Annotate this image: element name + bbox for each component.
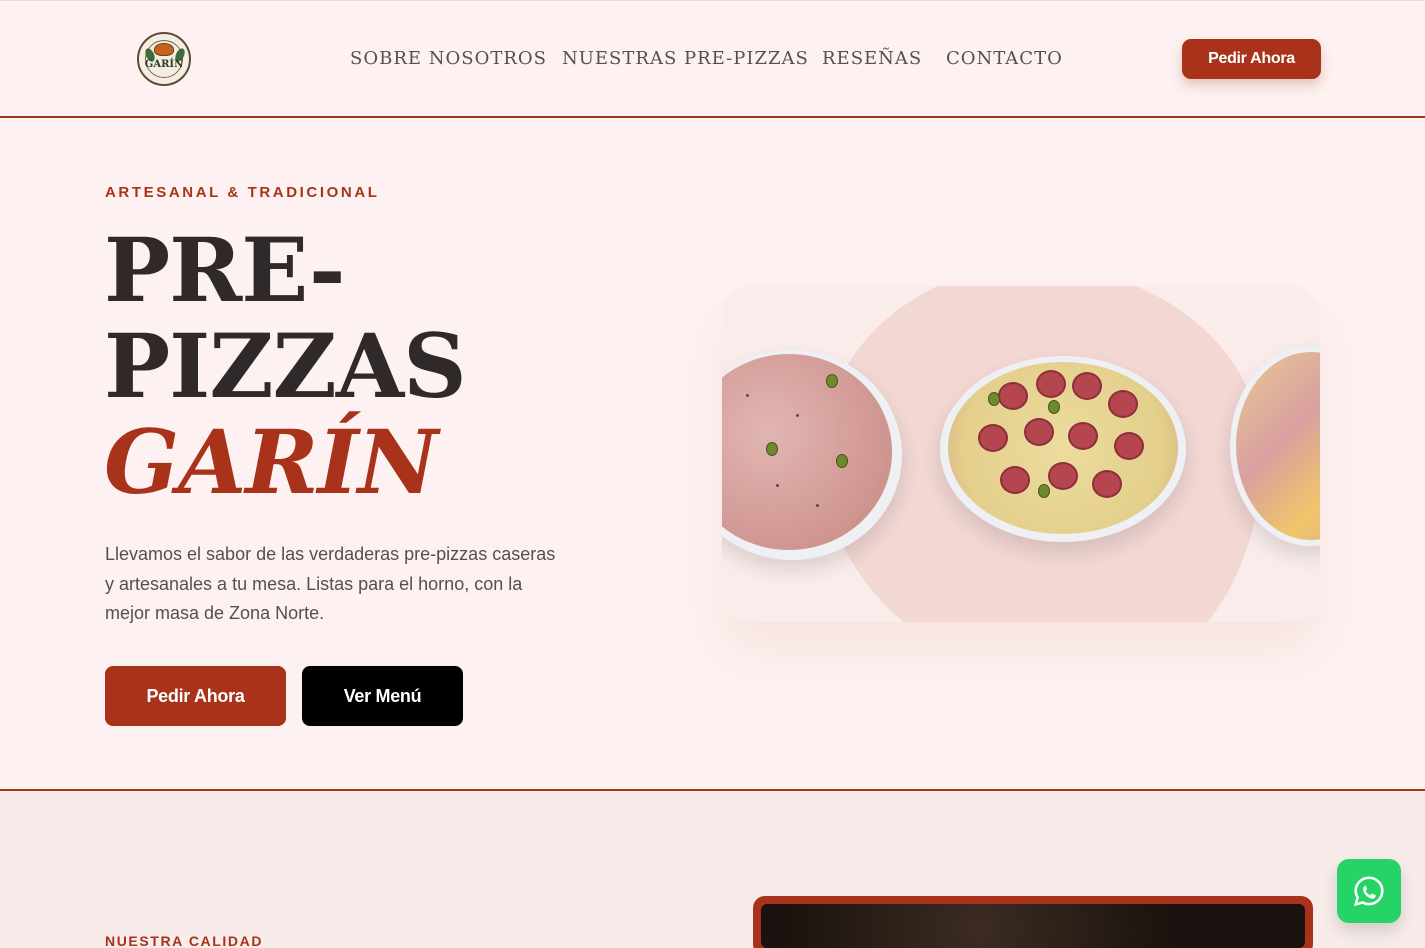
olive-3	[836, 454, 848, 468]
nav-link-nuestras-pre-pizzas[interactable]: NUESTRAS PRE-PIZZAS	[562, 48, 809, 69]
hero-eyebrow: ARTESANAL & TRADICIONAL	[105, 184, 380, 201]
brand-logo[interactable]: GARÍN	[137, 32, 191, 86]
site-header: GARÍN SOBRE NOSOTROS NUESTRAS PRE-PIZZAS…	[0, 0, 1425, 118]
logo-text: GARÍN	[144, 59, 184, 70]
hero-title-line-2: PIZZAS	[104, 314, 467, 418]
quality-eyebrow: NUESTRA CALIDAD	[105, 933, 264, 948]
salami-slice	[1024, 418, 1054, 446]
pizza-salami-image	[948, 362, 1178, 534]
hero-image-card	[722, 286, 1320, 622]
olive-2	[766, 442, 778, 456]
salami-slice	[1048, 462, 1078, 490]
hero-title-line-3: GARÍN	[104, 410, 438, 514]
header-order-button[interactable]: Pedir Ahora	[1182, 39, 1321, 79]
hero-lead-text: Llevamos el sabor de las verdaderas pre-…	[105, 544, 556, 623]
salami-slice	[1092, 470, 1122, 498]
logo-pizza-icon	[154, 43, 174, 56]
olive-5	[1048, 400, 1060, 414]
salami-slice	[1036, 370, 1066, 398]
herb-fleck	[776, 484, 779, 487]
hero-menu-button[interactable]: Ver Menú	[302, 666, 463, 726]
nav-link-contacto[interactable]: CONTACTO	[946, 48, 1063, 69]
salami-slice	[998, 382, 1028, 410]
whatsapp-icon	[1353, 876, 1384, 907]
herb-fleck	[746, 394, 749, 397]
salami-slice	[1000, 466, 1030, 494]
whatsapp-button[interactable]	[1337, 859, 1401, 923]
salami-slice	[978, 424, 1008, 452]
hero-order-button[interactable]: Pedir Ahora	[105, 666, 286, 726]
olive-6	[1038, 484, 1050, 498]
herb-fleck	[796, 414, 799, 417]
nav-link-resenas[interactable]: RESEÑAS	[822, 48, 922, 69]
salami-slice	[1108, 390, 1138, 418]
quality-image-frame	[753, 896, 1313, 948]
nav-link-sobre-nosotros[interactable]: SOBRE NOSOTROS	[350, 48, 547, 69]
salami-slice	[1072, 372, 1102, 400]
salami-slice	[1114, 432, 1144, 460]
olive-1	[826, 374, 838, 388]
herb-fleck	[816, 504, 819, 507]
hero-title-line-1: PRE-	[104, 218, 346, 322]
olive-4	[988, 392, 1000, 406]
salami-slice	[1068, 422, 1098, 450]
quality-image	[761, 904, 1305, 948]
